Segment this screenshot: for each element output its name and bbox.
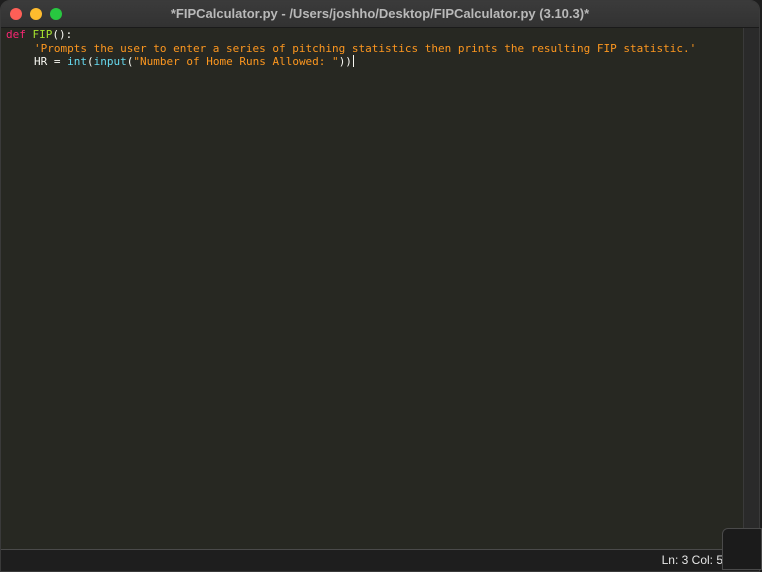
int-builtin: int bbox=[67, 55, 87, 68]
paren-close: )) bbox=[338, 55, 352, 68]
status-bar: Ln: 3 Col: 5 bbox=[1, 549, 759, 571]
window-title: *FIPCalculator.py - /Users/joshho/Deskto… bbox=[170, 6, 590, 21]
code-editor[interactable]: def FIP(): 'Prompts the user to enter a … bbox=[1, 28, 743, 549]
code-line-3: HR = int(input("Number of Home Runs Allo… bbox=[6, 55, 743, 69]
code-line-1: def FIP(): bbox=[6, 28, 743, 42]
vertical-scrollbar[interactable] bbox=[743, 28, 759, 549]
function-signature-rest: (): bbox=[52, 28, 73, 41]
function-name: FIP bbox=[32, 28, 53, 41]
code-line-2: 'Prompts the user to enter a series of p… bbox=[6, 42, 743, 56]
input-builtin: input bbox=[93, 55, 127, 68]
hr-assignment: HR = bbox=[34, 55, 68, 68]
overlay-window-corner bbox=[722, 528, 762, 570]
text-caret bbox=[352, 55, 354, 67]
docstring: 'Prompts the user to enter a series of p… bbox=[34, 41, 697, 55]
cursor-position: Ln: 3 Col: 5 bbox=[661, 553, 723, 567]
paren-open: ( bbox=[87, 55, 94, 68]
def-keyword: def bbox=[6, 28, 26, 41]
title-bar[interactable]: *FIPCalculator.py - /Users/joshho/Deskto… bbox=[1, 1, 759, 28]
editor-window: *FIPCalculator.py - /Users/joshho/Deskto… bbox=[0, 0, 760, 572]
prompt-string: "Number of Home Runs Allowed: " bbox=[133, 55, 339, 68]
